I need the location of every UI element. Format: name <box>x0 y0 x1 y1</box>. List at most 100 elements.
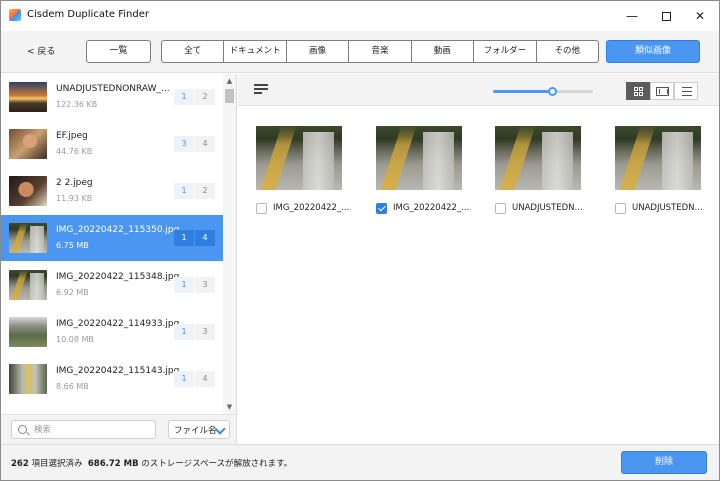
list-item[interactable]: IMG_20220422_115143.jpg 8.66 MB 1 4 <box>1 356 223 402</box>
file-thumbnail <box>9 317 47 347</box>
scroll-thumb[interactable] <box>225 89 234 103</box>
file-size: 44.76 KB <box>56 147 93 156</box>
search-sort-bar: ファイル名 <box>1 414 237 444</box>
delete-button[interactable]: 削除 <box>621 451 707 474</box>
grid-icon <box>634 87 643 96</box>
selected-count: 1 <box>174 277 194 293</box>
duplicate-preview-grid: IMG_20220422_... IMG_20220422_... UNADJU… <box>238 107 719 444</box>
list-scrollbar[interactable]: ▲ ▼ <box>223 74 236 414</box>
filter-tab-music[interactable]: 音楽 <box>349 41 412 62</box>
card-checkbox[interactable] <box>495 203 506 214</box>
filter-tab-images[interactable]: 画像 <box>287 41 350 62</box>
status-footer: 262 項目選択済み 686.72 MB のストレージスペースが解放されます。 … <box>1 444 719 480</box>
file-size: 8.66 MB <box>56 382 89 391</box>
file-name: IMG_20220422_114933.jpg <box>56 319 180 329</box>
sort-lines-icon[interactable] <box>254 84 270 96</box>
file-type-filter: 全て ドキュメント 画像 音楽 動画 フォルダー その他 <box>161 40 599 63</box>
file-name: IMG_20220422_115348.jpg <box>56 272 180 282</box>
sort-dropdown[interactable]: ファイル名 <box>168 420 230 439</box>
scroll-up-icon[interactable]: ▲ <box>223 76 236 86</box>
search-box[interactable] <box>11 420 156 439</box>
back-button[interactable]: < 戻る <box>27 44 55 57</box>
film-icon <box>656 87 669 96</box>
search-input[interactable] <box>34 423 152 437</box>
app-window: Cisdem Duplicate Finder — ✕ < 戻る 一覧 全て ド… <box>0 0 720 481</box>
minimize-button[interactable]: — <box>615 4 649 28</box>
top-toolbar: < 戻る 一覧 全て ドキュメント 画像 音楽 動画 フォルダー その他 類似画… <box>1 31 719 73</box>
list-item-selected[interactable]: IMG_20220422_115350.jpg 6.75 MB 1 4 <box>1 215 223 261</box>
title-bar: Cisdem Duplicate Finder — ✕ <box>1 1 719 31</box>
total-count: 4 <box>195 230 215 246</box>
list-button[interactable]: 一覧 <box>86 40 151 63</box>
list-item[interactable]: IMG_20220422_115348.jpg 6.92 MB 1 3 <box>1 262 223 308</box>
filter-tab-all[interactable]: 全て <box>162 41 225 62</box>
selected-item-count: 262 <box>11 459 29 469</box>
slider-knob[interactable] <box>548 87 557 96</box>
selection-summary: 262 項目選択済み 686.72 MB のストレージスペースが解放されます。 <box>11 457 292 469</box>
list-item[interactable]: EF.jpeg 44.76 KB 3 4 <box>1 121 223 167</box>
list-view-button[interactable] <box>674 82 698 100</box>
image-card[interactable]: UNADJUSTEDN... <box>495 126 585 214</box>
filmstrip-view-button[interactable] <box>650 82 674 100</box>
selected-count: 3 <box>174 136 194 152</box>
file-name: UNADJUSTEDNONRAW_... <box>56 84 170 94</box>
card-file-name: UNADJUSTEDN... <box>512 203 583 213</box>
freed-size: 686.72 MB <box>87 459 139 469</box>
duplicate-count-badge: 1 4 <box>174 371 215 387</box>
duplicate-count-badge: 1 2 <box>174 89 215 105</box>
file-size: 11.93 KB <box>56 194 93 203</box>
total-count: 4 <box>195 371 215 387</box>
file-thumbnail <box>9 129 47 159</box>
scroll-down-icon[interactable]: ▼ <box>223 402 236 412</box>
card-file-name: IMG_20220422_... <box>273 203 350 213</box>
image-preview[interactable] <box>495 126 581 190</box>
list-item[interactable]: UNADJUSTEDNONRAW_... 122.36 KB 1 2 <box>1 74 223 120</box>
selected-count: 1 <box>174 183 194 199</box>
selected-count: 1 <box>174 230 194 246</box>
selected-count: 1 <box>174 89 194 105</box>
image-preview[interactable] <box>256 126 342 190</box>
total-count: 4 <box>195 136 215 152</box>
search-icon <box>18 425 27 434</box>
file-size: 6.92 MB <box>56 288 89 297</box>
file-size: 122.36 KB <box>56 100 98 109</box>
list-item[interactable]: IMG_20220422_114933.jpg 10.08 MB 1 3 <box>1 309 223 355</box>
maximize-button[interactable] <box>649 4 683 28</box>
total-count: 2 <box>195 89 215 105</box>
card-file-name: UNADJUSTEDN... <box>632 203 703 213</box>
file-thumbnail <box>9 223 47 253</box>
sort-selected-label: ファイル名 <box>174 426 217 436</box>
selected-item-label: 項目選択済み <box>31 459 83 469</box>
filter-tab-videos[interactable]: 動画 <box>412 41 475 62</box>
list-icon <box>682 87 692 97</box>
total-count: 3 <box>195 324 215 340</box>
filter-tab-documents[interactable]: ドキュメント <box>224 41 287 62</box>
freed-size-label: のストレージスペースが解放されます。 <box>141 459 293 469</box>
card-checkbox[interactable] <box>615 203 626 214</box>
file-thumbnail <box>9 176 47 206</box>
image-card[interactable]: IMG_20220422_... <box>256 126 349 214</box>
view-mode-switcher <box>626 82 698 100</box>
slider-fill <box>493 90 553 93</box>
file-name: 2 2.jpeg <box>56 178 93 188</box>
image-preview[interactable] <box>615 126 701 190</box>
image-card[interactable]: UNADJUSTEDN... <box>615 126 705 214</box>
card-file-name: IMG_20220422_... <box>393 203 470 213</box>
similar-images-button[interactable]: 類似画像 <box>606 40 700 63</box>
image-preview[interactable] <box>376 126 462 190</box>
list-item[interactable]: 2 2.jpeg 11.93 KB 1 2 <box>1 168 223 214</box>
duplicate-count-badge: 3 4 <box>174 136 215 152</box>
filter-tab-folders[interactable]: フォルダー <box>474 41 537 62</box>
card-checkbox[interactable] <box>256 203 267 214</box>
grid-view-button[interactable] <box>626 82 650 100</box>
image-card[interactable]: IMG_20220422_... <box>376 126 469 214</box>
close-button[interactable]: ✕ <box>683 4 717 28</box>
file-size: 10.08 MB <box>56 335 94 344</box>
filter-tab-other[interactable]: その他 <box>537 41 598 62</box>
total-count: 3 <box>195 277 215 293</box>
file-size: 6.75 MB <box>56 241 89 250</box>
duplicate-count-badge: 1 4 <box>174 230 215 246</box>
card-checkbox-checked[interactable] <box>376 203 387 214</box>
file-name: IMG_20220422_115350.jpg <box>56 225 180 235</box>
thumbnail-size-slider[interactable] <box>493 87 593 96</box>
